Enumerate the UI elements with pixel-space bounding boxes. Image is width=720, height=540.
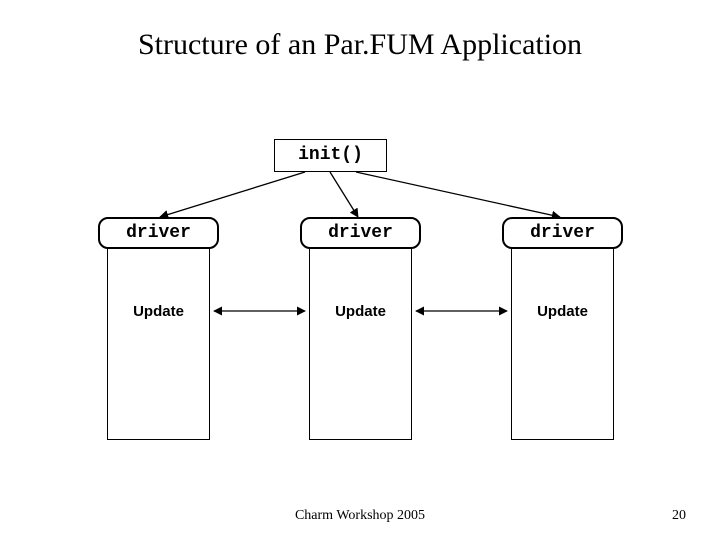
update-label-3: Update (511, 303, 614, 320)
process-column-1 (107, 225, 210, 440)
slide: Structure of an Par.FUM Application init… (0, 0, 720, 540)
update-label-1: Update (107, 303, 210, 320)
driver-box-2: driver (300, 217, 421, 249)
process-column-3 (511, 225, 614, 440)
update-label-2: Update (309, 303, 412, 320)
footer-caption: Charm Workshop 2005 (0, 508, 720, 524)
slide-title: Structure of an Par.FUM Application (0, 28, 720, 62)
arrow-init-to-driver1 (160, 172, 305, 217)
arrow-init-to-driver3 (356, 172, 560, 217)
process-column-2 (309, 225, 412, 440)
driver-box-3: driver (502, 217, 623, 249)
arrow-init-to-driver2 (330, 172, 358, 217)
driver-box-1: driver (98, 217, 219, 249)
page-number: 20 (672, 508, 686, 524)
init-box: init() (274, 139, 387, 172)
